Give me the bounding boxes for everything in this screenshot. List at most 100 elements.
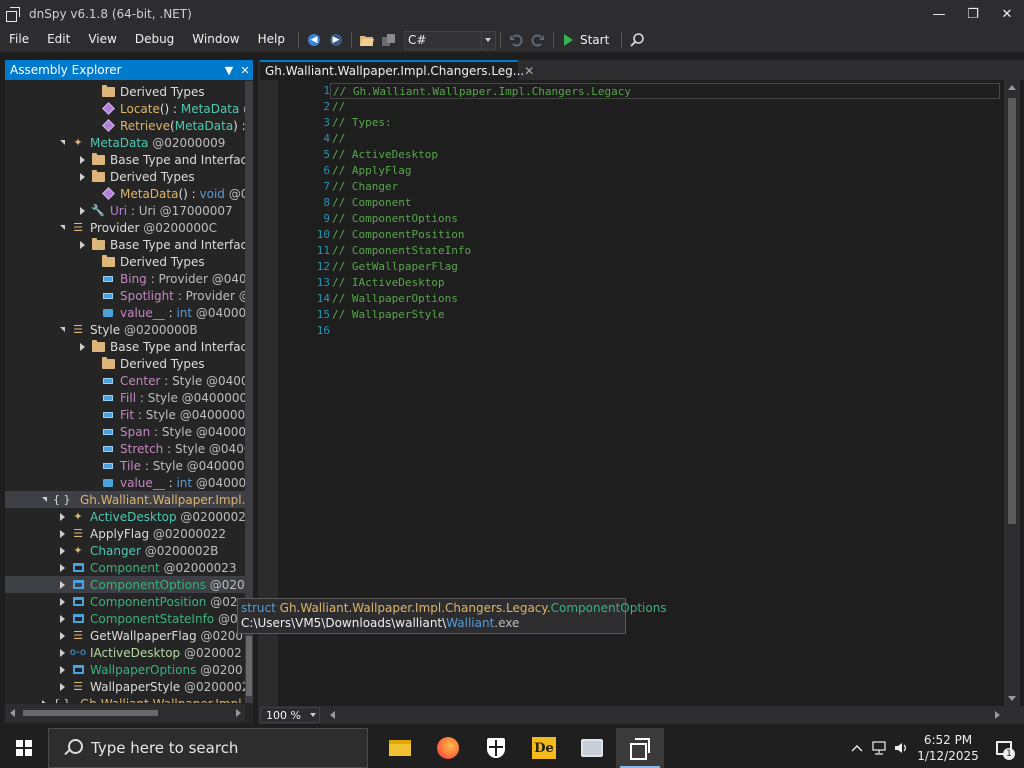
menu-help[interactable]: Help <box>249 28 294 52</box>
explorer-horizontal-scrollbar[interactable] <box>5 704 245 722</box>
tree-item[interactable]: 🔧 Uri : Uri @17000007 <box>5 202 245 219</box>
code-line[interactable]: // <box>330 99 1000 115</box>
code-line[interactable]: // ComponentPosition <box>330 227 1000 243</box>
monitor-taskbar-button[interactable] <box>568 728 616 768</box>
code-line[interactable]: // Gh.Walliant.Wallpaper.Impl.Changers.L… <box>330 83 1000 99</box>
code-line[interactable]: // Changer <box>330 179 1000 195</box>
volume-icon[interactable] <box>890 728 912 768</box>
language-select[interactable]: C# <box>403 30 496 50</box>
tree-item[interactable]: ComponentPosition @02 <box>5 593 245 610</box>
scrollbar-thumb[interactable] <box>23 710 158 716</box>
code-line[interactable]: // ComponentStateInfo <box>330 243 1000 259</box>
code-line[interactable] <box>330 323 1000 339</box>
code-line[interactable]: // ComponentOptions <box>330 211 1000 227</box>
start-menu-button[interactable] <box>0 728 48 768</box>
scroll-left-icon[interactable] <box>330 711 335 719</box>
search-icon[interactable] <box>627 30 647 50</box>
security-taskbar-button[interactable] <box>472 728 520 768</box>
expand-arrow-icon[interactable] <box>57 614 67 624</box>
menu-file[interactable]: File <box>0 28 38 52</box>
tree-item[interactable]: Stretch : Style @04000 <box>5 440 245 457</box>
tree-item[interactable]: { } Gh.Walliant.Wallpaper.Impl.C <box>5 491 245 508</box>
tree-item[interactable]: Span : Style @0400000 <box>5 423 245 440</box>
expand-arrow-icon[interactable] <box>77 172 87 182</box>
scrollbar-thumb[interactable] <box>1008 98 1016 524</box>
tree-item[interactable]: Retrieve(MetaData) : In <box>5 117 245 134</box>
firefox-taskbar-button[interactable] <box>424 728 472 768</box>
code-text[interactable]: // Gh.Walliant.Wallpaper.Impl.Changers.L… <box>330 83 1000 339</box>
minimize-button[interactable]: — <box>922 0 956 28</box>
redo-icon[interactable] <box>528 30 548 50</box>
tree-item[interactable]: Locate() : MetaData @ <box>5 100 245 117</box>
notification-center-button[interactable]: 1 <box>984 728 1024 768</box>
tree-item[interactable]: Base Type and Interfac <box>5 151 245 168</box>
tree-item[interactable]: { } Gh.Walliant.Wallpaper.Impl.C <box>5 695 245 703</box>
maximize-button[interactable]: ❐ <box>956 0 990 28</box>
tree-item[interactable]: ☰ ApplyFlag @02000022 <box>5 525 245 542</box>
taskbar-search-box[interactable]: Type here to search <box>48 728 368 768</box>
expand-arrow-icon[interactable] <box>77 342 87 352</box>
expand-arrow-icon[interactable] <box>57 580 67 590</box>
code-line[interactable]: // GetWallpaperFlag <box>330 259 1000 275</box>
tree-item[interactable]: Fill : Style @0400000A <box>5 389 245 406</box>
assembly-tree[interactable]: Derived Types Locate() : MetaData @ Retrie… <box>5 81 245 703</box>
tree-item[interactable]: Spotlight : Provider @ <box>5 287 245 304</box>
tree-item[interactable]: ✦ ActiveDesktop @0200002 <box>5 508 245 525</box>
code-line[interactable]: // Component <box>330 195 1000 211</box>
panel-menu-icon[interactable]: ▼ <box>221 64 237 77</box>
menu-edit[interactable]: Edit <box>38 28 79 52</box>
tree-item[interactable]: ✦ MetaData @02000009 <box>5 134 245 151</box>
tree-item[interactable]: Bing : Provider @0400 <box>5 270 245 287</box>
code-line[interactable]: // ApplyFlag <box>330 163 1000 179</box>
tree-item[interactable]: Derived Types <box>5 355 245 372</box>
expand-arrow-icon[interactable] <box>57 631 67 641</box>
expand-arrow-icon[interactable] <box>57 597 67 607</box>
tree-item[interactable]: Derived Types <box>5 168 245 185</box>
code-line[interactable]: // IActiveDesktop <box>330 275 1000 291</box>
close-button[interactable]: ✕ <box>990 0 1024 28</box>
detect-it-easy-taskbar-button[interactable]: De <box>520 728 568 768</box>
tab-legacy-namespace[interactable]: Gh.Walliant.Wallpaper.Impl.Changers.Leg.… <box>260 60 534 80</box>
tree-item[interactable]: o-o IActiveDesktop @020002 <box>5 644 245 661</box>
expand-arrow-icon[interactable] <box>57 665 67 675</box>
code-line[interactable]: // Types: <box>330 115 1000 131</box>
expand-arrow-icon[interactable] <box>57 648 67 658</box>
menu-window[interactable]: Window <box>183 28 248 52</box>
scroll-right-icon[interactable] <box>236 709 241 717</box>
file-explorer-taskbar-button[interactable] <box>376 728 424 768</box>
scroll-down-icon[interactable] <box>1008 696 1016 701</box>
chevron-up-icon[interactable] <box>846 728 868 768</box>
tree-item[interactable]: Base Type and Interfac <box>5 338 245 355</box>
tree-item[interactable]: value__ : int @0400000 <box>5 304 245 321</box>
start-button[interactable]: Start <box>563 33 609 47</box>
open-folder-icon[interactable] <box>357 30 377 50</box>
collapse-arrow-icon[interactable] <box>39 495 49 505</box>
tree-item[interactable]: Component @02000023 <box>5 559 245 576</box>
scrollbar-thumb[interactable] <box>246 636 252 696</box>
tree-item[interactable]: MetaData() : void @06 <box>5 185 245 202</box>
tree-item[interactable]: value__ : int @0400000 <box>5 474 245 491</box>
menu-view[interactable]: View <box>79 28 125 52</box>
panel-close-icon[interactable]: ✕ <box>237 64 253 77</box>
tree-item[interactable]: Derived Types <box>5 253 245 270</box>
taskbar-clock[interactable]: 6:52 PM 1/12/2025 <box>912 732 984 764</box>
dnspy-taskbar-button[interactable] <box>616 728 664 768</box>
tree-item[interactable]: Center : Style @04000 <box>5 372 245 389</box>
tree-item[interactable]: ☰ GetWallpaperFlag @0200 <box>5 627 245 644</box>
zoom-select[interactable]: 100 % <box>260 707 320 723</box>
undo-icon[interactable] <box>506 30 526 50</box>
tab-close-icon[interactable]: ✕ <box>524 64 534 78</box>
expand-arrow-icon[interactable] <box>57 512 67 522</box>
tree-item[interactable]: ☰ Style @0200000B <box>5 321 245 338</box>
code-line[interactable]: // WallpaperOptions <box>330 291 1000 307</box>
expand-arrow-icon[interactable] <box>77 155 87 165</box>
expand-arrow-icon[interactable] <box>57 529 67 539</box>
network-icon[interactable] <box>868 728 890 768</box>
code-line[interactable]: // <box>330 131 1000 147</box>
code-line[interactable]: // ActiveDesktop <box>330 147 1000 163</box>
tree-item[interactable]: WallpaperOptions @0200 <box>5 661 245 678</box>
tree-item[interactable]: Derived Types <box>5 83 245 100</box>
tree-item[interactable]: ✦ Changer @0200002B <box>5 542 245 559</box>
navigate-back-icon[interactable]: ◀ <box>304 30 324 50</box>
navigate-forward-icon[interactable]: ▶ <box>326 30 346 50</box>
